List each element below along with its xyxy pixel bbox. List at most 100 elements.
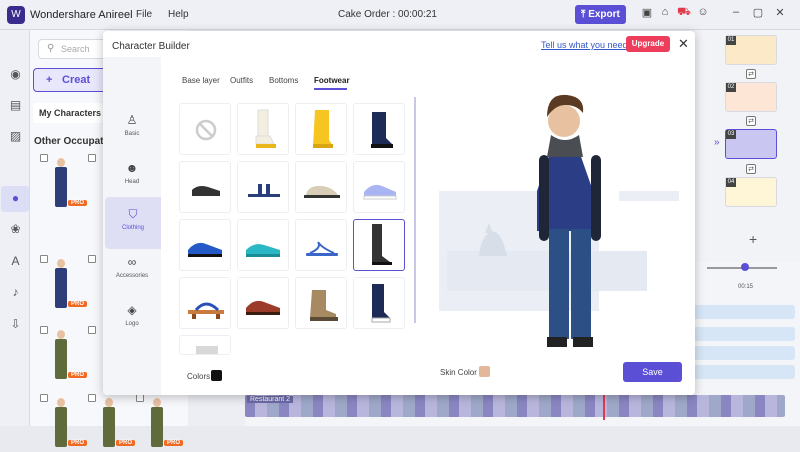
transition-icon[interactable]: ⇄ [746,164,756,174]
footwear-item-navy-boot[interactable] [353,103,405,155]
home-icon[interactable]: ⌂ [658,6,672,18]
export-icon: ⤒ [581,9,586,20]
builder-side-nav: ♙ Basic ☻ Head ⛉ Clothing ∞ Accessories … [103,57,161,395]
character-icon[interactable]: ● [8,191,23,206]
export-button[interactable]: ⤒ Export [575,5,626,24]
pattern-icon[interactable]: ▨ [8,129,23,144]
user-icon[interactable]: ☺ [696,6,710,18]
add-scene-icon[interactable]: + [749,231,757,247]
menu-help[interactable]: Help [168,9,189,20]
footwear-item-tan-hiking-boot[interactable] [295,277,347,329]
character-thumb[interactable]: PRO [136,394,184,452]
grid-scrollbar[interactable] [414,97,416,323]
transition-icon[interactable]: ⇄ [746,116,756,126]
footwear-item-lavender-sneaker[interactable] [353,161,405,213]
timeline-clip-label: Restaurant 2 [247,396,294,403]
tab-outfits[interactable]: Outfits [230,76,253,85]
download-icon[interactable] [88,255,96,263]
character-thumb[interactable]: PRO [40,394,88,452]
save-button[interactable]: Save [623,362,682,382]
glasses-icon: ∞ [127,255,137,269]
character-figure [54,398,68,448]
scene-number: 03 [726,130,736,139]
playhead[interactable] [603,395,605,420]
footwear-item-grey[interactable] [179,335,231,355]
footwear-item-navy-slide[interactable] [237,161,289,213]
save-icon[interactable]: ▣ [640,6,654,19]
transition-icon[interactable]: ⇄ [746,69,756,79]
media-icon[interactable]: ◉ [8,67,23,82]
timeline-video-strip[interactable] [245,395,785,417]
menu-file[interactable]: File [136,9,152,20]
download-icon[interactable] [40,154,48,162]
character-thumb[interactable]: PRO [40,326,88,384]
footwear-item-black-tall-boot[interactable] [353,219,405,271]
character-builder-dialog: Character Builder Tell us what you need … [103,31,695,395]
colors-swatch[interactable] [211,370,222,381]
download-icon[interactable] [40,326,48,334]
close-window-icon[interactable]: ✕ [773,6,787,19]
shirt-icon: ⛉ [128,207,138,221]
scene-thumb[interactable]: 04 [725,177,777,207]
scene-thumb[interactable]: 02 [725,82,777,112]
maximize-icon[interactable]: ▢ [751,6,765,19]
zoom-slider-handle[interactable] [741,263,749,271]
image-icon[interactable]: ▤ [8,98,23,113]
feedback-link[interactable]: Tell us what you need [541,40,628,50]
footwear-item-blue-flip-flop[interactable] [295,219,347,271]
download-icon[interactable] [136,394,144,402]
footwear-item-none[interactable] [179,103,231,155]
side-nav-accessories[interactable]: ∞ Accessories [103,245,161,297]
scene-thumb-selected[interactable]: 03 [725,129,777,159]
side-nav-label: Logo [125,321,139,327]
tab-bottoms[interactable]: Bottoms [269,76,298,85]
upgrade-button[interactable]: Upgrade [626,36,670,52]
download-icon[interactable] [88,326,96,334]
footwear-item-teal-sneaker[interactable] [237,219,289,271]
skin-color-swatch[interactable] [479,366,490,377]
person-icon: ♙ [126,113,138,127]
download-icon[interactable] [40,394,48,402]
side-nav-label: Clothing [121,225,144,231]
text-icon[interactable]: A [8,254,23,269]
download-icon[interactable] [40,255,48,263]
pro-badge: PRO [68,440,88,446]
side-nav-clothing[interactable]: ⛉ Clothing [105,197,161,249]
download-icon[interactable] [88,154,96,162]
cart-icon[interactable]: ⛟ [677,6,691,20]
download-icon[interactable] [88,394,96,402]
dialog-title: Character Builder [112,41,190,52]
scene-number: 02 [726,83,736,92]
footwear-item-yellow-boot[interactable] [295,103,347,155]
scene-thumb[interactable]: 01 [725,35,777,65]
head-icon: ☻ [125,161,139,175]
side-nav-label: Basic [124,131,140,137]
character-thumb[interactable]: PRO [88,394,136,452]
scene-number: 04 [726,178,736,187]
my-characters-tab[interactable]: My Characters [33,103,103,123]
minimize-icon[interactable]: – [729,6,743,18]
timeline-time-marker: 00:15 [738,284,754,290]
footwear-item-red-brown-shoe[interactable] [237,277,289,329]
footwear-item-navy-high-top[interactable] [353,277,405,329]
footwear-item-beige-slipper[interactable] [295,161,347,213]
music-icon[interactable]: ♪ [8,285,23,300]
side-nav-logo[interactable]: ◈ Logo [103,293,161,345]
close-icon[interactable]: ✕ [678,36,689,52]
side-nav-head[interactable]: ☻ Head [103,151,161,203]
side-nav-basic[interactable]: ♙ Basic [103,103,161,155]
footwear-item-geta-sandal[interactable] [179,277,231,329]
create-label: Creat [62,74,91,86]
import-icon[interactable]: ⇩ [8,317,23,332]
character-figure [150,398,164,448]
app-name: Wondershare Anireel [30,9,133,21]
search-icon: ⚲ [47,43,55,54]
footwear-item-white-boot[interactable] [237,103,289,155]
footwear-item-blue-cleat[interactable] [179,219,231,271]
tab-footwear[interactable]: Footwear [314,76,350,85]
footwear-item-black-loafer[interactable] [179,161,231,213]
character-thumb[interactable]: PRO [40,255,88,313]
effects-icon[interactable]: ❀ [8,222,23,237]
character-thumb[interactable]: PRO [40,154,88,212]
tab-base-layer[interactable]: Base layer [182,76,220,85]
